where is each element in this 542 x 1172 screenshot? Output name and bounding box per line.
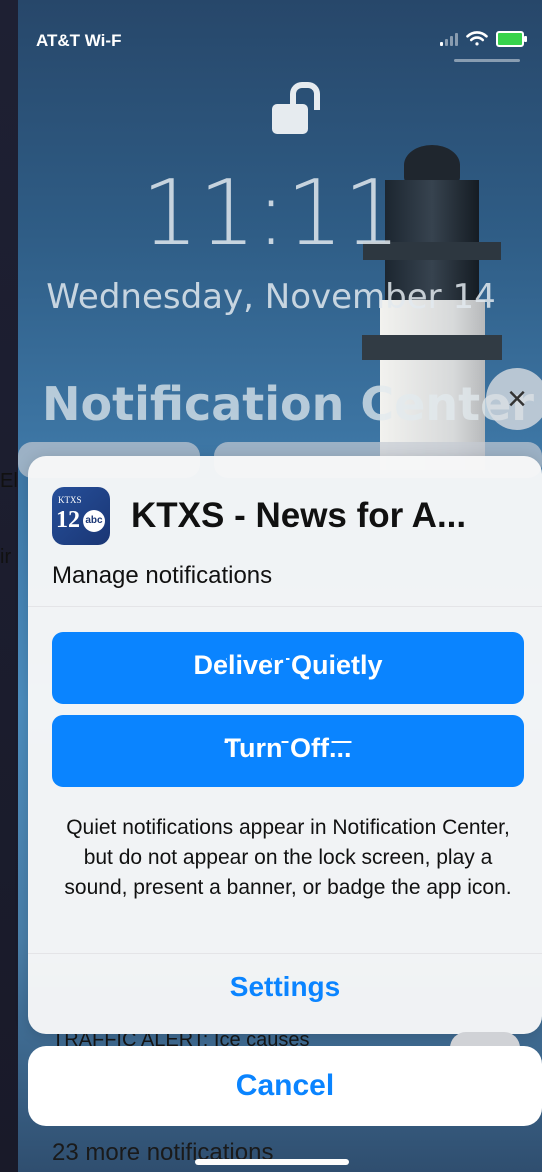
ktxs-12-abc-icon: KTXS 12 abc: [52, 487, 110, 545]
battery-charging-icon: [496, 30, 527, 47]
signal-icon: [440, 32, 458, 46]
app-icon-top-text: KTXS: [58, 495, 82, 505]
quiet-notifications-description: Quiet notifications appear in Notificati…: [64, 816, 512, 899]
turn-off-label: Turn Off...: [224, 733, 352, 763]
deliver-quietly-button[interactable]: Deliver Quietly: [52, 632, 524, 704]
close-icon[interactable]: ×: [486, 368, 542, 430]
background-text-fragment: El: [0, 470, 18, 493]
notification-options-sheet: KTXS 12 abc KTXS - News for A... Manage …: [28, 456, 542, 1034]
status-icons: [440, 30, 527, 47]
background-text-fragment: ir: [0, 546, 12, 568]
lock-time: 11:11: [141, 161, 401, 266]
unlocked-padlock-icon: [272, 82, 320, 140]
sheet-divider: [28, 953, 542, 954]
app-icon-network: abc: [83, 510, 105, 532]
wifi-icon: [466, 31, 488, 46]
top-indicator-line: [454, 59, 520, 62]
app-icon-number: 12: [56, 507, 80, 533]
notification-center-title: Notification Center: [42, 377, 534, 431]
lock-date: Wednesday, November 14: [46, 277, 496, 317]
sheet-divider: [28, 606, 542, 607]
ios-lock-screen: AT&T Wi-F 11:11 Wednesday, November 14 N…: [0, 0, 542, 1172]
home-indicator[interactable]: [195, 1159, 349, 1165]
app-name: KTXS - News for A...: [131, 496, 467, 535]
app-header: KTXS 12 abc KTXS - News for A...: [52, 487, 466, 545]
turn-off-button[interactable]: Turn Off...: [52, 715, 524, 787]
carrier-label: AT&T Wi-F: [36, 31, 122, 50]
traffic-alert-notification: TRAFFIC ALERT: Ice causes: [52, 1034, 310, 1046]
manage-notifications-subtitle: Manage notifications: [52, 562, 273, 589]
deliver-quietly-label: Deliver Quietly: [193, 650, 383, 680]
settings-button[interactable]: Settings: [28, 971, 542, 1003]
lighthouse-deck: [362, 335, 502, 360]
cancel-button[interactable]: Cancel: [28, 1046, 542, 1126]
